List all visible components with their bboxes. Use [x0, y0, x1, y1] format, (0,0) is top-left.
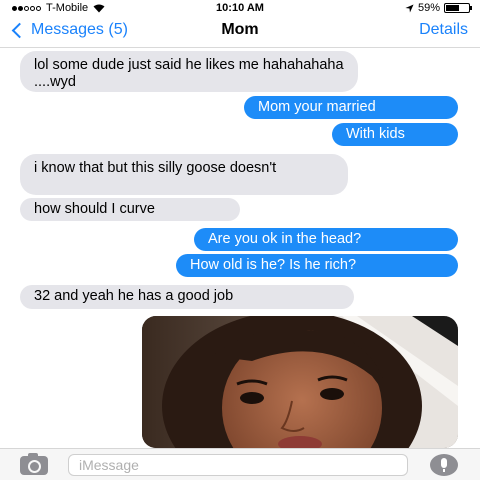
- outgoing-message[interactable]: How old is he? Is he rich?: [176, 254, 458, 277]
- compose-bar: [0, 448, 480, 480]
- location-arrow-icon: [405, 3, 414, 13]
- selfie-image: [142, 316, 458, 448]
- incoming-message[interactable]: how should I curve: [20, 198, 240, 221]
- status-right: 59%: [405, 2, 472, 14]
- camera-icon[interactable]: [20, 453, 48, 475]
- conversation-title: Mom: [221, 21, 259, 38]
- status-bar: T-Mobile 10:10 AM 59%: [0, 0, 480, 18]
- incoming-message[interactable]: i know that but this silly goose doesn't: [20, 154, 348, 195]
- message-thread[interactable]: lol some dude just said he likes me haha…: [0, 48, 480, 448]
- details-button[interactable]: Details: [419, 21, 468, 39]
- battery-percent: 59%: [417, 2, 440, 14]
- microphone-icon[interactable]: [430, 454, 458, 476]
- battery-icon: [444, 3, 472, 13]
- battery-fill: [446, 5, 459, 11]
- outgoing-message[interactable]: Are you ok in the head?: [194, 228, 458, 251]
- incoming-message[interactable]: lol some dude just said he likes me haha…: [20, 51, 358, 92]
- photo-message[interactable]: [142, 316, 458, 448]
- message-input[interactable]: [68, 454, 408, 476]
- incoming-message[interactable]: 32 and yeah he has a good job: [20, 285, 354, 309]
- outgoing-message[interactable]: Mom your married: [244, 96, 458, 119]
- nav-bar: Messages (5) Mom Details: [0, 18, 480, 48]
- outgoing-message[interactable]: With kids: [332, 123, 458, 146]
